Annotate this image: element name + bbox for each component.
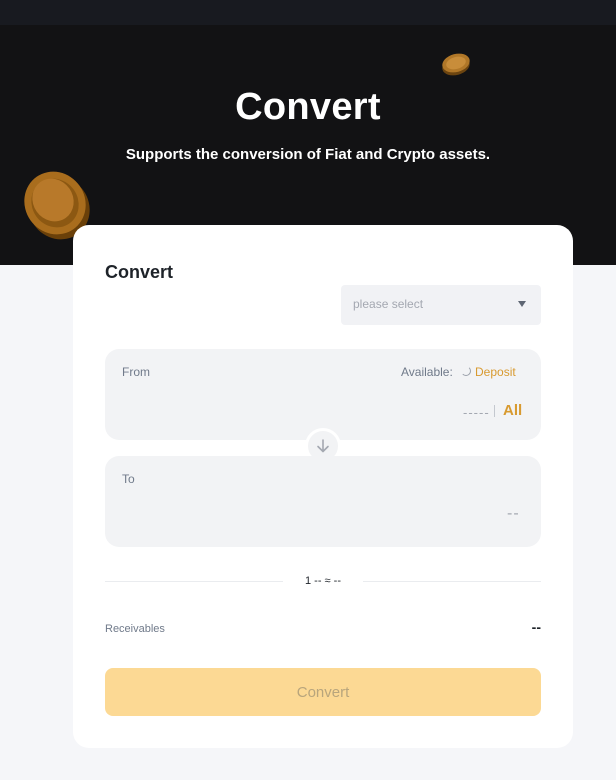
- currency-select[interactable]: please select: [341, 285, 541, 325]
- receivables-label: Receivables: [105, 623, 165, 635]
- coin-icon: [442, 53, 470, 76]
- from-panel[interactable]: From Available: Deposit ----- All: [105, 349, 541, 440]
- from-label: From: [122, 365, 150, 379]
- exchange-rate: 1 -- ≈ --: [305, 575, 341, 587]
- loading-spinner-icon: [461, 366, 471, 376]
- receivables-value: --: [531, 619, 541, 635]
- divider: [494, 405, 495, 417]
- to-panel[interactable]: To --: [105, 456, 541, 547]
- convert-card: Convert please select From Available: De…: [73, 225, 573, 748]
- to-amount-value: --: [507, 505, 520, 522]
- all-button[interactable]: All: [503, 402, 522, 419]
- available-label: Available:: [401, 365, 453, 379]
- divider: [363, 581, 541, 582]
- convert-button[interactable]: Convert: [105, 668, 541, 716]
- arrow-down-icon: [317, 439, 329, 453]
- page-title: Convert: [235, 86, 381, 128]
- from-amount-input[interactable]: -----: [463, 405, 490, 420]
- top-bar: [0, 0, 616, 25]
- chevron-down-icon: [518, 301, 526, 307]
- card-title: Convert: [105, 262, 174, 282]
- to-label: To: [122, 472, 135, 486]
- select-placeholder: please select: [353, 297, 424, 311]
- deposit-link[interactable]: Deposit: [475, 365, 516, 379]
- divider: [105, 581, 283, 582]
- page-subtitle: Supports the conversion of Fiat and Cryp…: [125, 146, 491, 163]
